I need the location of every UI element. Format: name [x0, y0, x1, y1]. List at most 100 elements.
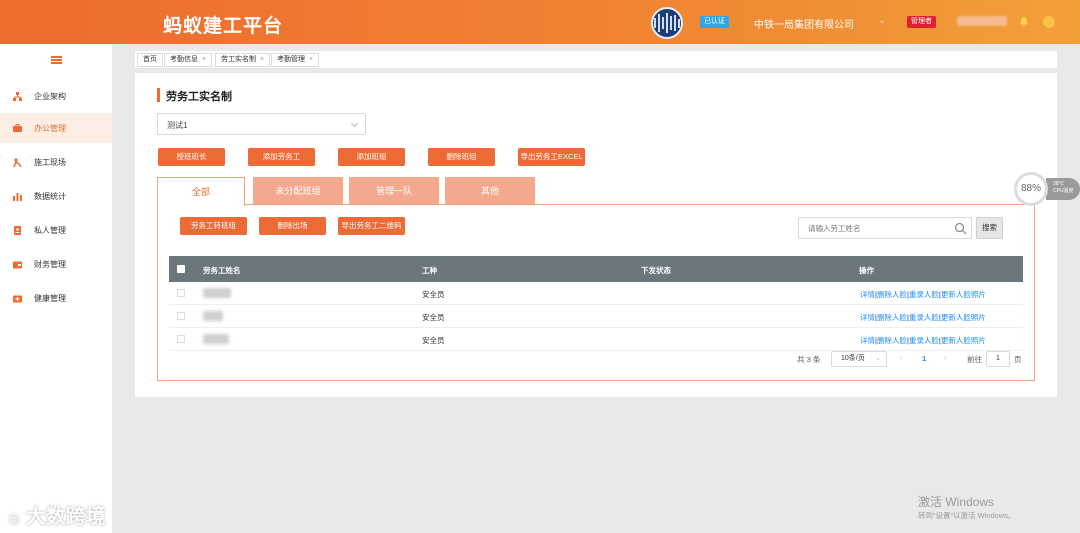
delete-face-link[interactable]: 删除人脸: [877, 290, 907, 299]
sidebar-item-label: 私人管理: [34, 225, 66, 235]
search-box[interactable]: [798, 217, 972, 239]
page-unit-label: 页: [1014, 355, 1022, 364]
chevron-down-icon: [350, 119, 359, 128]
company-name[interactable]: 中铁一局集团有限公司: [754, 16, 854, 31]
sidebar-item-label: 企业架构: [34, 91, 66, 101]
certified-badge: 已认证: [700, 16, 729, 28]
delete-team-button[interactable]: 删除班组: [428, 148, 495, 166]
worker-type: 安全员: [422, 313, 445, 322]
update-photo-link[interactable]: 更新人脸照片: [941, 313, 986, 322]
goto-page-input[interactable]: 1: [986, 351, 1010, 367]
update-photo-link[interactable]: 更新人脸照片: [941, 336, 986, 345]
page-tab-label: 劳工实名制: [221, 56, 256, 63]
user-avatar[interactable]: [1043, 16, 1055, 28]
org-chart-icon: [13, 91, 22, 101]
delete-exit-button[interactable]: 删除出场: [259, 217, 326, 235]
speed-widget[interactable]: 88%: [1014, 172, 1048, 206]
title-accent-bar: [157, 88, 160, 102]
column-header: 劳务工姓名: [203, 266, 241, 275]
temperature-value: 38°C: [1053, 181, 1065, 187]
role-badge: 管理者: [907, 16, 936, 28]
sidebar-item-stats[interactable]: 数据统计: [0, 181, 112, 211]
page-size-select[interactable]: 10条/页 ⌄: [831, 351, 887, 367]
column-header: 工种: [422, 266, 437, 275]
search-button[interactable]: 搜索: [976, 217, 1003, 239]
page-tab-label: 考勤管理: [277, 56, 305, 63]
temperature-label: CPU温度: [1053, 188, 1074, 194]
delete-face-link[interactable]: 删除人脸: [877, 336, 907, 345]
goto-label: 前往: [967, 355, 982, 364]
sidebar-item-label: 财务管理: [34, 259, 66, 269]
worker-type: 安全员: [422, 290, 445, 299]
row-checkbox[interactable]: [177, 335, 185, 343]
menu-toggle-icon[interactable]: [51, 56, 62, 64]
watermark-brand-text: 大数跨境: [25, 506, 106, 528]
details-link[interactable]: 详情: [860, 290, 875, 299]
bell-icon[interactable]: [1019, 16, 1029, 27]
sidebar-item-finance[interactable]: 财务管理: [0, 249, 112, 279]
close-icon[interactable]: ×: [202, 56, 206, 63]
chevron-down-icon[interactable]: ⌄: [878, 15, 886, 26]
top-header: 蚂蚁建工平台 已认证 中铁一局集团有限公司 ⌄ 管理者: [0, 0, 1080, 44]
worker-type: 安全员: [422, 336, 445, 345]
sidebar-item-private[interactable]: 私人管理: [0, 215, 112, 245]
page-tab-label: 考勤信息: [170, 56, 198, 63]
watermark-logo: ◎ 大数跨境: [8, 500, 106, 529]
worker-name-redacted: [203, 334, 229, 344]
chat-bubble-icon: ◎: [8, 510, 21, 526]
sidebar-item-label: 施工现场: [34, 157, 66, 167]
add-worker-button[interactable]: 添加劳务工: [248, 148, 315, 166]
sidebar-item-org[interactable]: 企业架构: [0, 81, 112, 111]
details-link[interactable]: 详情: [860, 336, 875, 345]
windows-activation-title: 激活 Windows: [918, 495, 995, 509]
current-page[interactable]: 1: [922, 354, 926, 363]
page-tab-home[interactable]: 首页: [137, 53, 163, 67]
page-tab-real-name[interactable]: 劳工实名制 ×: [215, 53, 271, 67]
close-icon[interactable]: ×: [309, 56, 313, 63]
sidebar-item-health[interactable]: 健康管理: [0, 283, 112, 313]
re-record-face-link[interactable]: 重录人脸: [909, 290, 939, 299]
sidebar-item-office[interactable]: 办公管理: [0, 113, 112, 143]
re-record-face-link[interactable]: 重录人脸: [909, 336, 939, 345]
export-excel-button[interactable]: 导出劳务工EXCEL: [518, 148, 585, 166]
user-name-redacted[interactable]: [957, 16, 1007, 26]
table-row: 安全员 详情|删除人脸|重录人脸|更新人脸照片: [169, 282, 1023, 305]
worker-name-redacted: [203, 311, 223, 321]
project-select[interactable]: 测试1: [157, 113, 366, 135]
next-page-icon[interactable]: ›: [944, 353, 947, 362]
column-header: 操作: [859, 266, 874, 275]
export-qrcode-button[interactable]: 导出劳务工二维码: [338, 217, 405, 235]
tab-all[interactable]: 全部: [157, 177, 245, 206]
details-link[interactable]: 详情: [860, 313, 875, 322]
prev-page-icon[interactable]: ‹: [900, 353, 903, 362]
tab-other[interactable]: 其他: [445, 177, 535, 205]
delete-face-link[interactable]: 删除人脸: [877, 313, 907, 322]
tab-team-one[interactable]: 管理一队: [349, 177, 439, 205]
row-checkbox[interactable]: [177, 289, 185, 297]
brand-title: 蚂蚁建工平台: [163, 16, 284, 37]
assign-leader-button[interactable]: 授班班长: [158, 148, 225, 166]
row-actions: 详情|删除人脸|重录人脸|更新人脸照片: [860, 313, 986, 322]
re-record-face-link[interactable]: 重录人脸: [909, 313, 939, 322]
sidebar-item-site[interactable]: 施工现场: [0, 147, 112, 177]
tab-unassigned[interactable]: 未分配班组: [253, 177, 343, 205]
page-size-value: 10条/页: [841, 355, 865, 362]
company-logo-icon: [651, 7, 683, 39]
add-team-button[interactable]: 添加班组: [338, 148, 405, 166]
update-photo-link[interactable]: 更新人脸照片: [941, 290, 986, 299]
medical-kit-icon: [13, 294, 22, 303]
select-all-checkbox[interactable]: [177, 265, 185, 273]
search-input[interactable]: [808, 224, 948, 233]
page-tab-label: 首页: [143, 56, 157, 63]
search-icon[interactable]: [954, 222, 967, 235]
row-actions: 详情|删除人脸|重录人脸|更新人脸照片: [860, 336, 986, 345]
row-checkbox[interactable]: [177, 312, 185, 320]
table-header: 劳务工姓名 工种 下发状态 操作: [169, 256, 1023, 282]
sidebar-item-label: 健康管理: [34, 293, 66, 303]
temperature-readout: 38°C CPU温度: [1046, 178, 1080, 200]
close-icon[interactable]: ×: [260, 56, 264, 63]
page-tab-attendance-mgmt[interactable]: 考勤管理 ×: [271, 53, 320, 67]
transfer-team-button[interactable]: 劳务工转班组: [180, 217, 247, 235]
page-tab-attendance-info[interactable]: 考勤信息 ×: [164, 53, 213, 67]
windows-activation-subtitle: 转到“设置”以激活 Windows。: [918, 511, 1016, 520]
